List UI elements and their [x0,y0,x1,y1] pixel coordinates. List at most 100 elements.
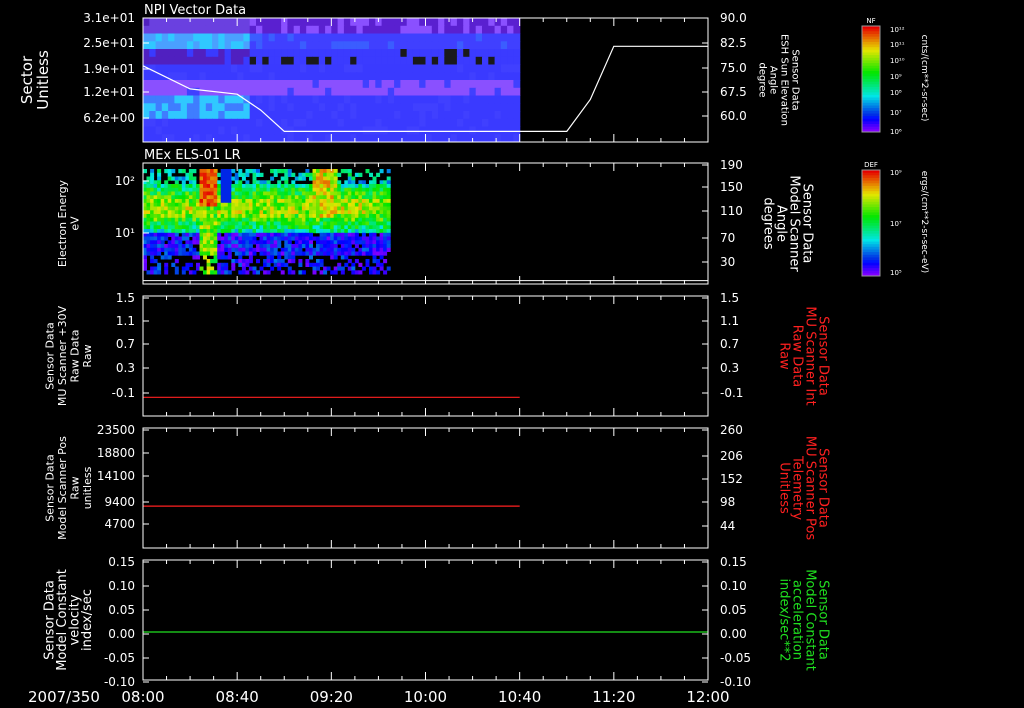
colorbar-tick: 10⁹ [890,73,902,81]
heatmap-cell [218,72,226,81]
heatmap-cell [185,187,190,192]
heatmap-cell [181,217,186,222]
heatmap-cell [316,180,320,185]
heatmap-cell [316,210,320,215]
heatmap-cell [469,103,477,112]
heatmap-cell [167,172,172,177]
heatmap-cell [361,202,366,207]
heatmap-cell [383,191,388,196]
heatmap-cell [203,199,207,204]
heatmap-cell [205,56,213,65]
heatmap-cell [362,95,370,104]
heatmap-cell [249,64,257,73]
colorbar-swatch [862,233,880,237]
heatmap-cell [369,49,376,58]
heatmap-cell [213,236,218,241]
heatmap-cell [280,214,285,219]
heatmap-cell [161,18,169,27]
heatmap-cell [218,95,226,104]
heatmap-cell [330,240,335,245]
heatmap-cell [456,25,464,34]
heatmap-cell [263,232,268,237]
heatmap-cell [494,72,502,81]
right-tick-label: 110 [720,204,743,218]
heatmap-cell [224,184,229,189]
heatmap-cell [333,176,338,181]
heatmap-cell [456,33,464,42]
heatmap-cell [365,240,370,245]
heatmap-cell [196,240,200,245]
heatmap-cell [291,232,296,237]
heatmap-cell [438,64,445,73]
heatmap-cell [220,187,225,192]
heatmap-cell [379,199,384,204]
heatmap-cell [438,80,445,89]
time-tick-label: 10:00 [404,688,447,706]
heatmap-cell [224,134,232,143]
heatmap-cell [161,64,169,73]
heatmap-cell [319,244,324,249]
heatmap-cell [218,25,226,34]
heatmap-cell [419,72,427,81]
heatmap-cell [287,251,292,256]
heatmap-cell [375,49,383,58]
heatmap-cell [376,206,381,211]
heatmap-cell [376,221,381,226]
heatmap-cell [280,236,285,241]
heatmap-cell [475,25,483,34]
heatmap-cell [224,95,232,104]
heatmap-cell [262,49,270,58]
colorbar-tick: 10¹¹ [890,41,905,49]
heatmap-cell [220,262,225,267]
heatmap-cell [337,251,342,256]
heatmap-cell [316,244,320,249]
heatmap-cell [146,251,151,256]
heatmap-cell [199,210,204,215]
heatmap-cell [362,126,370,135]
heatmap-cell [318,56,326,65]
heatmap-cell [387,25,395,34]
heatmap-cell [343,111,351,120]
heatmap-cell [245,202,250,207]
heatmap-cell [150,255,155,260]
heatmap-cell [227,240,232,245]
heatmap-cell [227,176,232,181]
heatmap-cell [174,270,179,275]
heatmap-cell [369,111,376,120]
heatmap-cell [259,199,264,204]
heatmap-cell [241,214,246,219]
heatmap-cell [500,80,508,89]
heatmap-cell [333,229,338,234]
heatmap-cell [326,184,331,189]
heatmap-cell [181,221,186,226]
right-tick-label: 90.0 [720,11,747,25]
left-tick-label: 0.10 [108,579,135,593]
heatmap-cell [220,169,225,174]
heatmap-cell [262,33,270,42]
heatmap-cell [227,270,232,275]
heatmap-cell [394,25,401,34]
heatmap-cell [153,187,158,192]
heatmap-cell [234,210,239,215]
heatmap-cell [312,87,320,96]
heatmap-cell [168,87,175,96]
heatmap-cell [301,214,306,219]
heatmap-cell [301,217,306,222]
heatmap-cell [185,221,190,226]
heatmap-cell [372,240,377,245]
heatmap-cell [227,206,232,211]
heatmap-cell [319,191,324,196]
heatmap-cell [237,64,245,73]
heatmap-cell [146,191,151,196]
heatmap-cell [369,172,373,177]
heatmap-cell [309,191,313,196]
heatmap-cell [150,199,155,204]
heatmap-cell [375,33,383,42]
colorbar-swatch [862,124,880,128]
heatmap-cell [301,195,306,200]
heatmap-cell [245,247,250,252]
heatmap-cell [365,244,370,249]
heatmap-cell [270,225,275,230]
heatmap-cell [199,191,204,196]
heatmap-cell [318,33,326,42]
